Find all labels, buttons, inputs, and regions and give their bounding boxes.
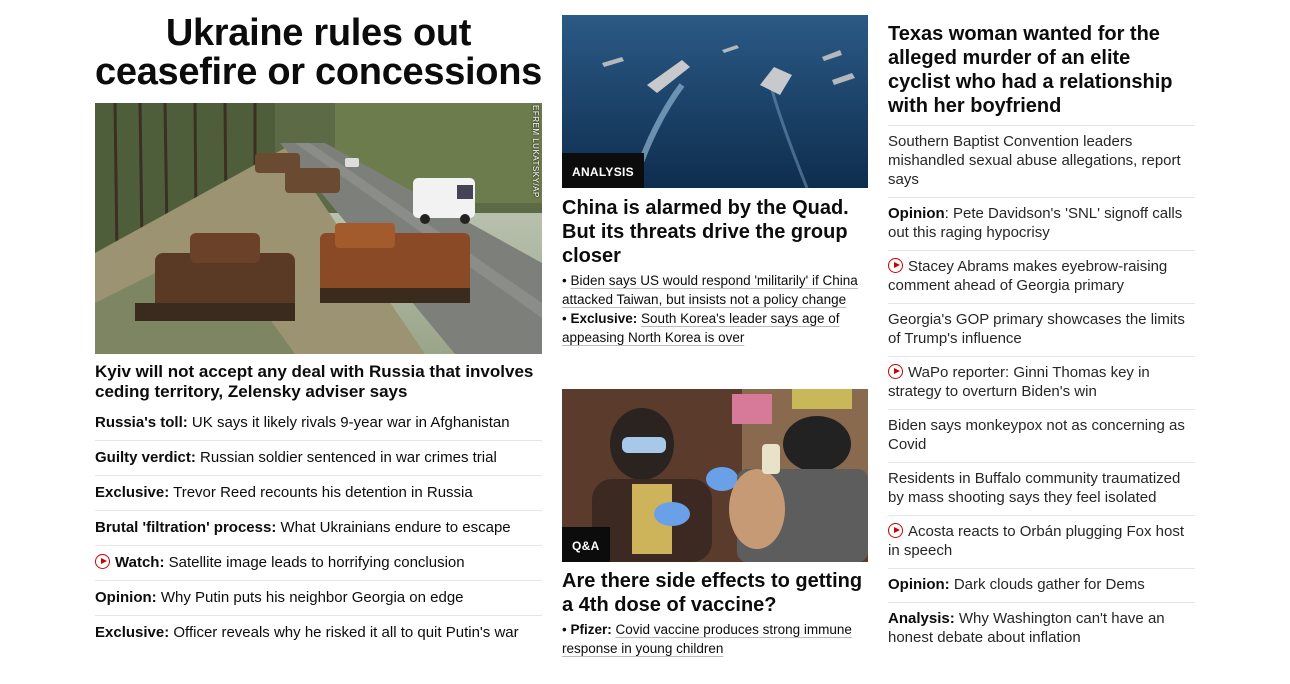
item-text: Biden says monkeypox not as concerning a… bbox=[888, 417, 1185, 453]
card-headline[interactable]: China is alarmed by the Quad. But its th… bbox=[562, 196, 868, 268]
right-headline[interactable]: Texas woman wanted for the alleged murde… bbox=[888, 22, 1195, 118]
card-vaccine: Q&A Are there side effects to getting a … bbox=[562, 389, 868, 658]
bullet-item: • Biden says US would respond 'militaril… bbox=[562, 273, 858, 307]
qa-tag: Q&A bbox=[562, 527, 610, 562]
item-label: Exclusive: bbox=[95, 484, 170, 501]
bullet-link[interactable]: Biden says US would respond 'militarily'… bbox=[562, 273, 858, 307]
item-text: Residents in Buffalo community traumatiz… bbox=[888, 470, 1181, 506]
card-quad: ANALYSIS China is alarmed by the Quad. B… bbox=[562, 15, 868, 347]
list-item[interactable]: Biden says monkeypox not as concerning a… bbox=[888, 409, 1195, 462]
list-item[interactable]: Guilty verdict: Russian soldier sentence… bbox=[95, 440, 542, 475]
list-item[interactable]: Exclusive: Officer reveals why he risked… bbox=[95, 615, 542, 650]
item-text: Dark clouds gather for Dems bbox=[949, 576, 1145, 593]
card-bullets: • Biden says US would respond 'militaril… bbox=[562, 271, 868, 347]
right-links-list: Southern Baptist Convention leaders mish… bbox=[888, 125, 1195, 655]
card-headline[interactable]: Are there side effects to getting a 4th … bbox=[562, 569, 868, 617]
item-label: Russia's toll: bbox=[95, 414, 188, 431]
list-item[interactable]: Watch: Satellite image leads to horrifyi… bbox=[95, 545, 542, 580]
item-text: Satellite image leads to horrifying conc… bbox=[164, 554, 465, 571]
item-text: Southern Baptist Convention leaders mish… bbox=[888, 133, 1181, 188]
hero-caption-link[interactable]: Kyiv will not accept any deal with Russi… bbox=[95, 362, 542, 402]
item-label: Opinion bbox=[888, 205, 945, 222]
list-item[interactable]: Exclusive: Trevor Reed recounts his dete… bbox=[95, 475, 542, 510]
list-item[interactable]: Residents in Buffalo community traumatiz… bbox=[888, 462, 1195, 515]
item-text: Russian soldier sentenced in war crimes … bbox=[195, 449, 497, 466]
bullet-item: • Exclusive: South Korea's leader says a… bbox=[562, 311, 840, 345]
photo-credit: EFREM LUKATSKY/AP bbox=[531, 105, 540, 198]
card-image-vaccination[interactable]: Q&A bbox=[562, 389, 868, 562]
item-label: Analysis: bbox=[888, 610, 955, 627]
item-text: What Ukrainians endure to escape bbox=[276, 519, 511, 536]
related-links-list: Russia's toll: UK says it likely rivals … bbox=[95, 406, 542, 650]
item-label: Exclusive: bbox=[95, 624, 170, 641]
item-text: Trevor Reed recounts his detention in Ru… bbox=[169, 484, 473, 501]
bullet-label: Exclusive: bbox=[570, 311, 638, 326]
play-icon bbox=[888, 523, 903, 538]
list-item[interactable]: Brutal 'filtration' process: What Ukrain… bbox=[95, 510, 542, 545]
bullet-item: • Pfizer: Covid vaccine produces strong … bbox=[562, 622, 852, 656]
card-bullets: • Pfizer: Covid vaccine produces strong … bbox=[562, 620, 868, 658]
list-item[interactable]: Georgia's GOP primary showcases the limi… bbox=[888, 303, 1195, 356]
item-text: Georgia's GOP primary showcases the limi… bbox=[888, 311, 1185, 347]
right-column: Texas woman wanted for the alleged murde… bbox=[888, 0, 1195, 655]
item-label: Opinion: bbox=[888, 576, 950, 593]
item-text: Acosta reacts to Orbán plugging Fox host… bbox=[888, 523, 1184, 559]
item-label: Opinion: bbox=[95, 589, 157, 606]
analysis-tag: ANALYSIS bbox=[562, 153, 644, 188]
item-text: WaPo reporter: Ginni Thomas key in strat… bbox=[888, 364, 1150, 400]
main-story-column: Ukraine rules out ceasefire or concessio… bbox=[95, 0, 542, 650]
list-item[interactable]: Stacey Abrams makes eyebrow-raising comm… bbox=[888, 250, 1195, 303]
play-icon bbox=[888, 364, 903, 379]
list-item[interactable]: Russia's toll: UK says it likely rivals … bbox=[95, 406, 542, 440]
play-icon bbox=[888, 258, 903, 273]
play-icon bbox=[95, 554, 110, 569]
list-item[interactable]: Opinion: Pete Davidson's 'SNL' signoff c… bbox=[888, 197, 1195, 250]
list-item[interactable]: Opinion: Why Putin puts his neighbor Geo… bbox=[95, 580, 542, 615]
middle-column: ANALYSIS China is alarmed by the Quad. B… bbox=[562, 0, 868, 656]
item-text: Stacey Abrams makes eyebrow-raising comm… bbox=[888, 258, 1168, 294]
list-item[interactable]: Opinion: Dark clouds gather for Dems bbox=[888, 568, 1195, 602]
item-text: Officer reveals why he risked it all to … bbox=[169, 624, 519, 641]
item-text: Why Putin puts his neighbor Georgia on e… bbox=[156, 589, 464, 606]
list-item[interactable]: Acosta reacts to Orbán plugging Fox host… bbox=[888, 515, 1195, 568]
item-label: Brutal 'filtration' process: bbox=[95, 519, 277, 536]
main-headline[interactable]: Ukraine rules out ceasefire or concessio… bbox=[95, 14, 542, 92]
list-item[interactable]: WaPo reporter: Ginni Thomas key in strat… bbox=[888, 356, 1195, 409]
item-label: Guilty verdict: bbox=[95, 449, 196, 466]
list-item[interactable]: Analysis: Why Washington can't have an h… bbox=[888, 602, 1195, 655]
hero-image-destroyed-tanks[interactable]: EFREM LUKATSKY/AP bbox=[95, 103, 542, 354]
item-text: UK says it likely rivals 9-year war in A… bbox=[187, 414, 510, 431]
bullet-label: Pfizer: bbox=[570, 622, 612, 637]
item-label: Watch: bbox=[115, 554, 165, 571]
list-item[interactable]: Southern Baptist Convention leaders mish… bbox=[888, 125, 1195, 197]
card-image-naval-fleet[interactable]: ANALYSIS bbox=[562, 15, 868, 188]
